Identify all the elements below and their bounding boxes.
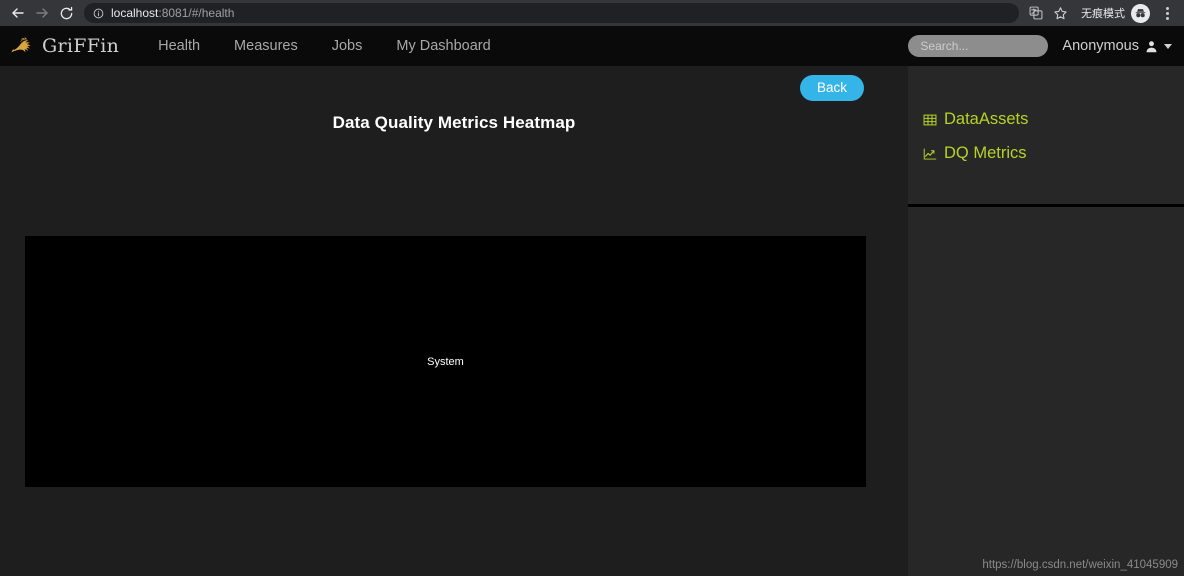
- sidebar-item-dq-metrics[interactable]: DQ Metrics: [922, 144, 1184, 163]
- brand-logo-link[interactable]: GriFFin: [10, 33, 119, 59]
- address-bar-text: localhost:8081/#/health: [111, 6, 234, 20]
- griffin-logo-icon: [11, 37, 31, 53]
- app-navbar: GriFFin Health Measures Jobs My Dashboar…: [0, 26, 1184, 66]
- user-avatar-icon: [1145, 40, 1158, 53]
- incognito-avatar-icon[interactable]: [1131, 3, 1150, 23]
- incognito-label: 无痕模式: [1081, 7, 1125, 20]
- browser-menu-icon[interactable]: [1156, 2, 1178, 24]
- browser-reload-button[interactable]: [54, 1, 78, 25]
- chevron-down-icon: [1164, 43, 1172, 49]
- browser-back-button[interactable]: [6, 1, 30, 25]
- translate-icon[interactable]: [1025, 2, 1047, 24]
- heatmap-chart[interactable]: System: [25, 236, 866, 487]
- navbar-right: Anonymous: [908, 35, 1176, 57]
- table-grid-icon: [922, 112, 937, 127]
- address-path: :8081/#/health: [158, 6, 235, 20]
- line-chart-icon: [922, 146, 937, 161]
- nav-item-my-dashboard[interactable]: My Dashboard: [379, 26, 507, 66]
- sidebar-item-label-dq-metrics: DQ Metrics: [944, 144, 1027, 162]
- search-input[interactable]: [908, 35, 1049, 57]
- address-host: localhost: [111, 6, 159, 20]
- browser-toolbar-right: 无痕模式: [1025, 2, 1178, 24]
- brand-name: GriFFin: [42, 35, 120, 57]
- nav-item-jobs[interactable]: Jobs: [315, 26, 380, 66]
- page-title: Data Quality Metrics Heatmap: [332, 113, 576, 132]
- primary-nav: Health Measures Jobs My Dashboard: [141, 26, 508, 66]
- back-button-row: Back: [0, 66, 908, 101]
- browser-toolbar: localhost:8081/#/health 无痕模式: [0, 0, 1184, 26]
- user-menu-label: Anonymous: [1062, 38, 1139, 54]
- main-content: Back Data Quality Metrics Heatmap System: [0, 66, 908, 576]
- user-menu[interactable]: Anonymous: [1062, 38, 1176, 54]
- page-body: Back Data Quality Metrics Heatmap System…: [0, 66, 1184, 576]
- watermark-text: https://blog.csdn.net/weixin_41045909: [982, 559, 1178, 571]
- sidebar-content-area: https://blog.csdn.net/weixin_41045909: [908, 207, 1184, 576]
- nav-item-health[interactable]: Health: [141, 26, 217, 66]
- bookmark-star-icon[interactable]: [1049, 2, 1071, 24]
- sidebar-item-label-dataassets: DataAssets: [944, 110, 1029, 128]
- nav-item-measures[interactable]: Measures: [217, 26, 315, 66]
- incognito-indicator[interactable]: 无痕模式: [1073, 2, 1154, 24]
- heatmap-axis-label-system: System: [427, 355, 464, 368]
- browser-forward-button[interactable]: [30, 1, 54, 25]
- site-info-icon[interactable]: [92, 7, 104, 19]
- sidebar-nav: DataAssets DQ Metrics: [908, 66, 1184, 178]
- right-sidebar: DataAssets DQ Metrics https://blog.csdn.…: [908, 66, 1184, 576]
- address-bar[interactable]: localhost:8081/#/health: [84, 3, 1019, 23]
- back-button[interactable]: Back: [799, 75, 864, 101]
- sidebar-item-dataassets[interactable]: DataAssets: [922, 110, 1184, 129]
